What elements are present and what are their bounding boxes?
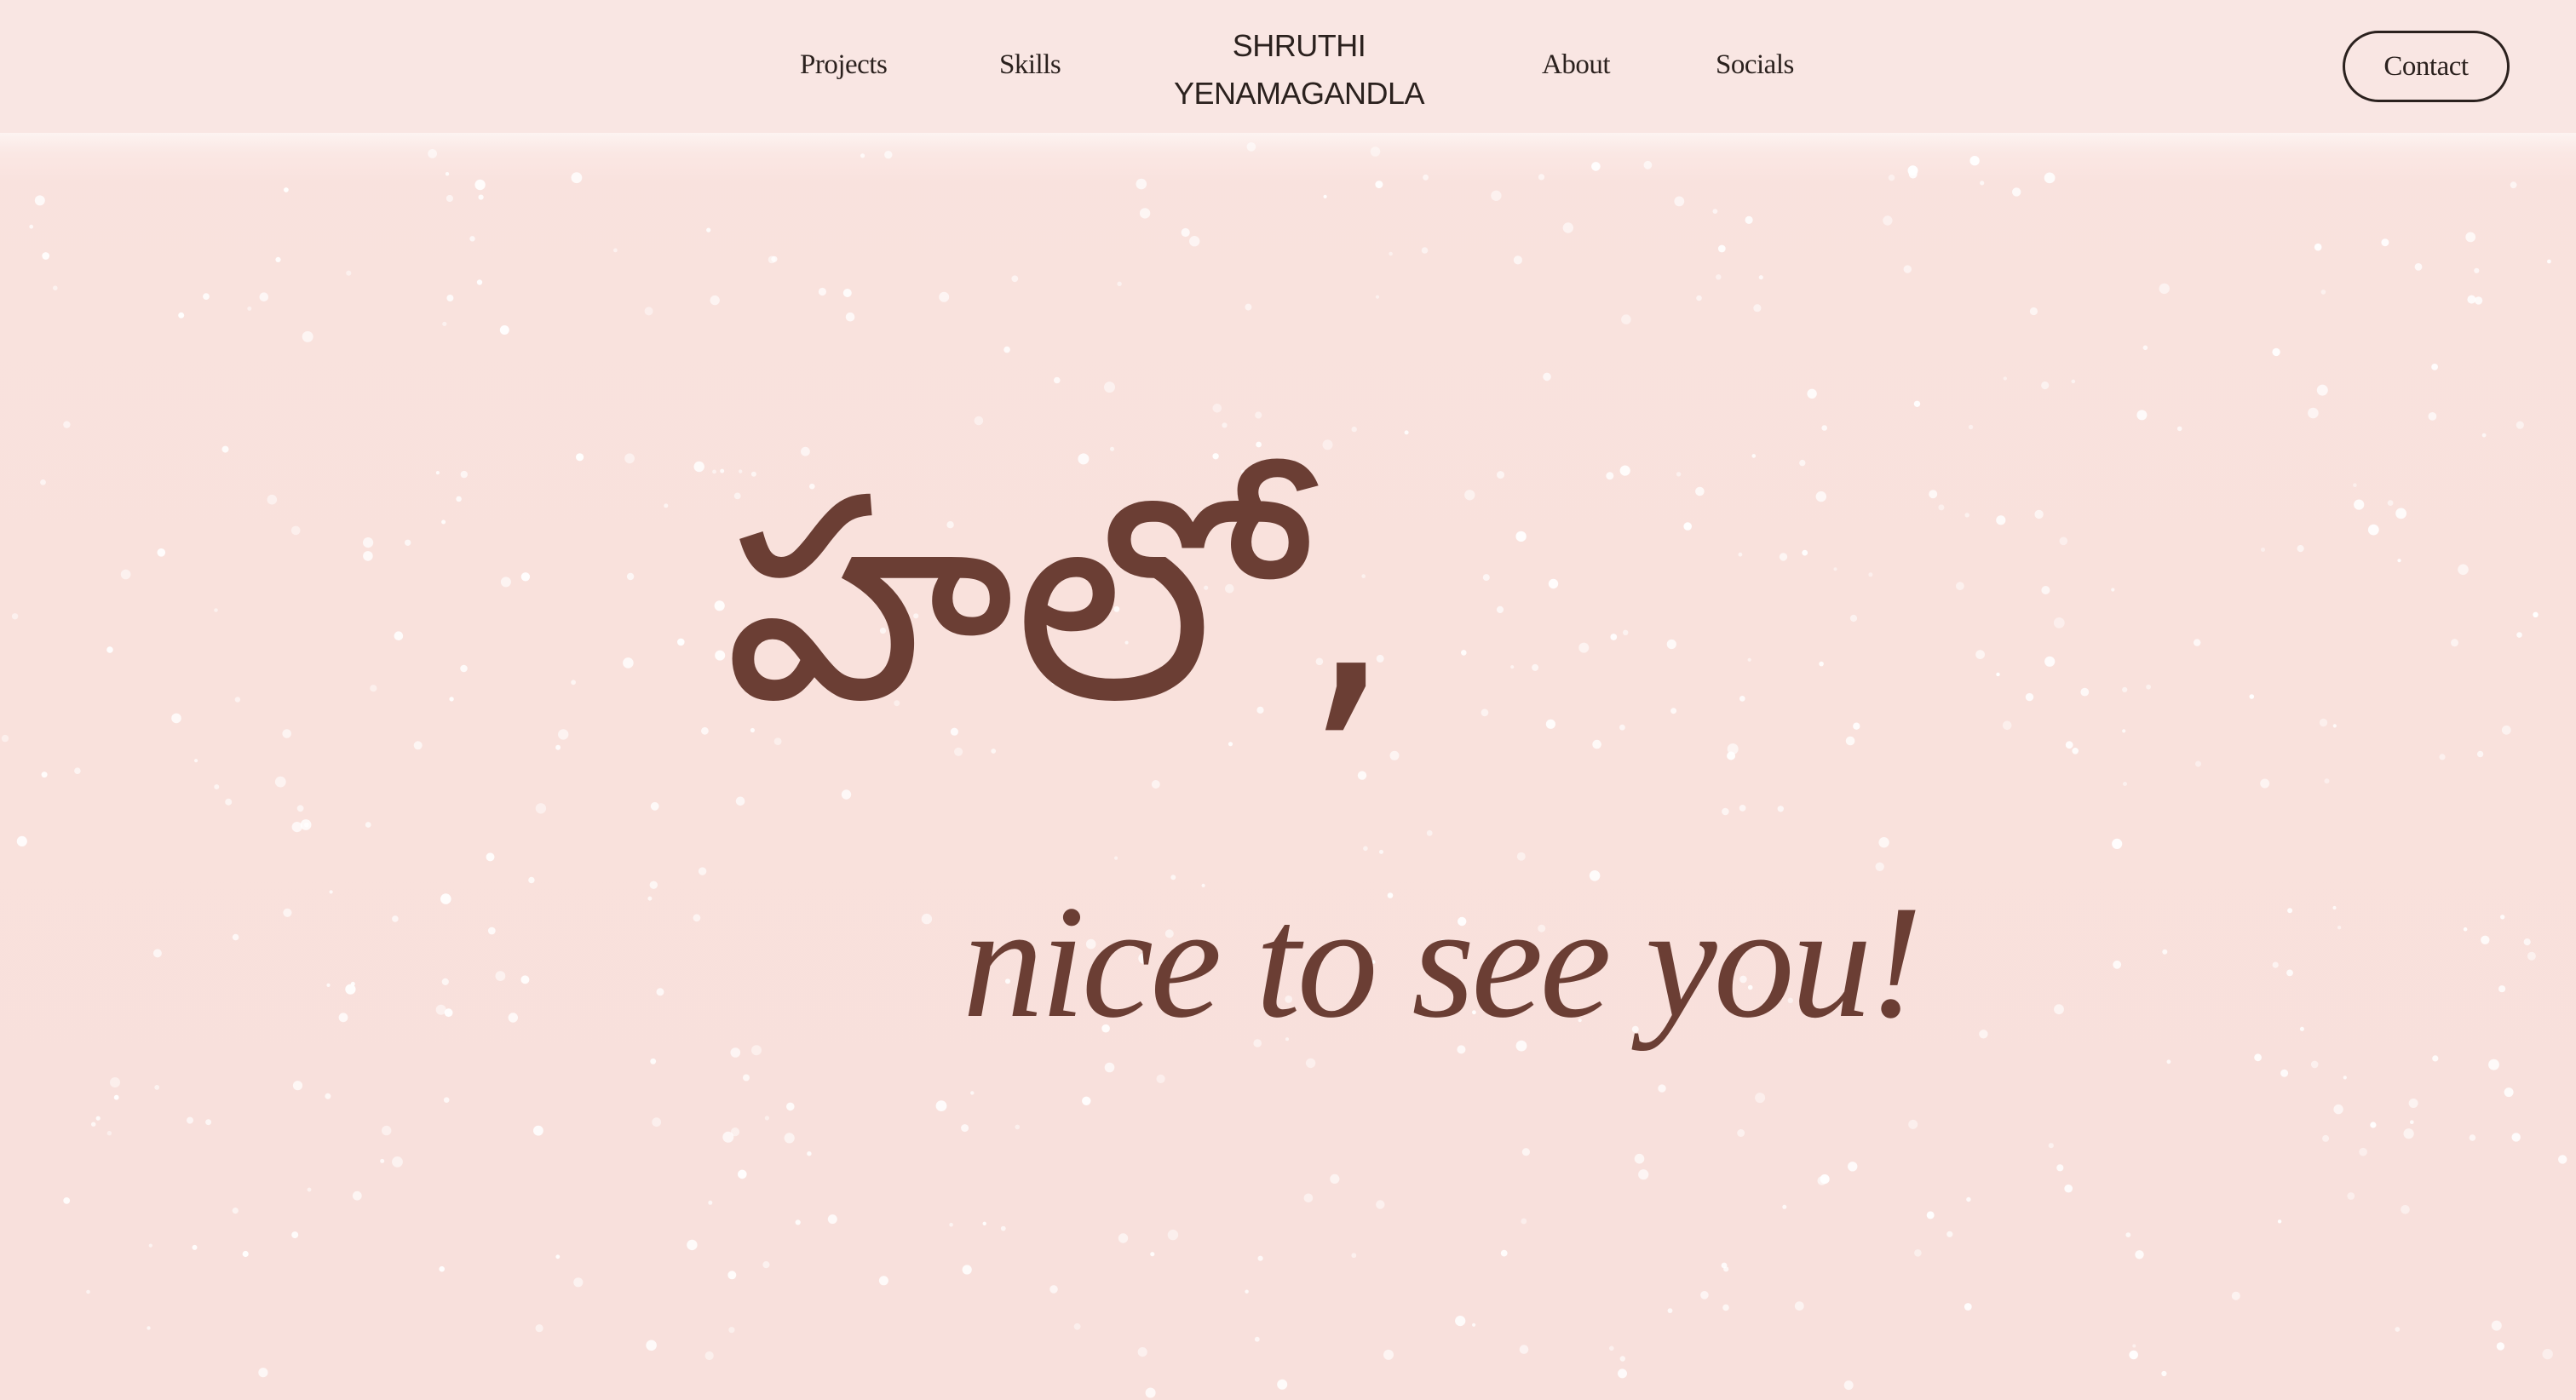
site-logo[interactable]: SHRUTHI YENAMAGANDLA bbox=[1159, 22, 1440, 118]
nav-skills-link[interactable]: Skills bbox=[999, 48, 1061, 82]
site-header: Projects Skills SHRUTHI YENAMAGANDLA Abo… bbox=[0, 0, 2576, 136]
hero-tagline: nice to see you! bbox=[963, 873, 1923, 1052]
logo-line-last-name: YENAMAGANDLA bbox=[1173, 76, 1425, 111]
nav-about-link[interactable]: About bbox=[1542, 48, 1611, 82]
hero-greeting-telugu: హలో, bbox=[724, 437, 1394, 764]
logo-line-first-name: SHRUTHI bbox=[1232, 28, 1366, 63]
header-fade-divider bbox=[0, 133, 2576, 184]
contact-button[interactable]: Contact bbox=[2343, 31, 2510, 102]
nav-socials-link[interactable]: Socials bbox=[1716, 48, 1794, 82]
nav-projects-link[interactable]: Projects bbox=[800, 48, 888, 82]
